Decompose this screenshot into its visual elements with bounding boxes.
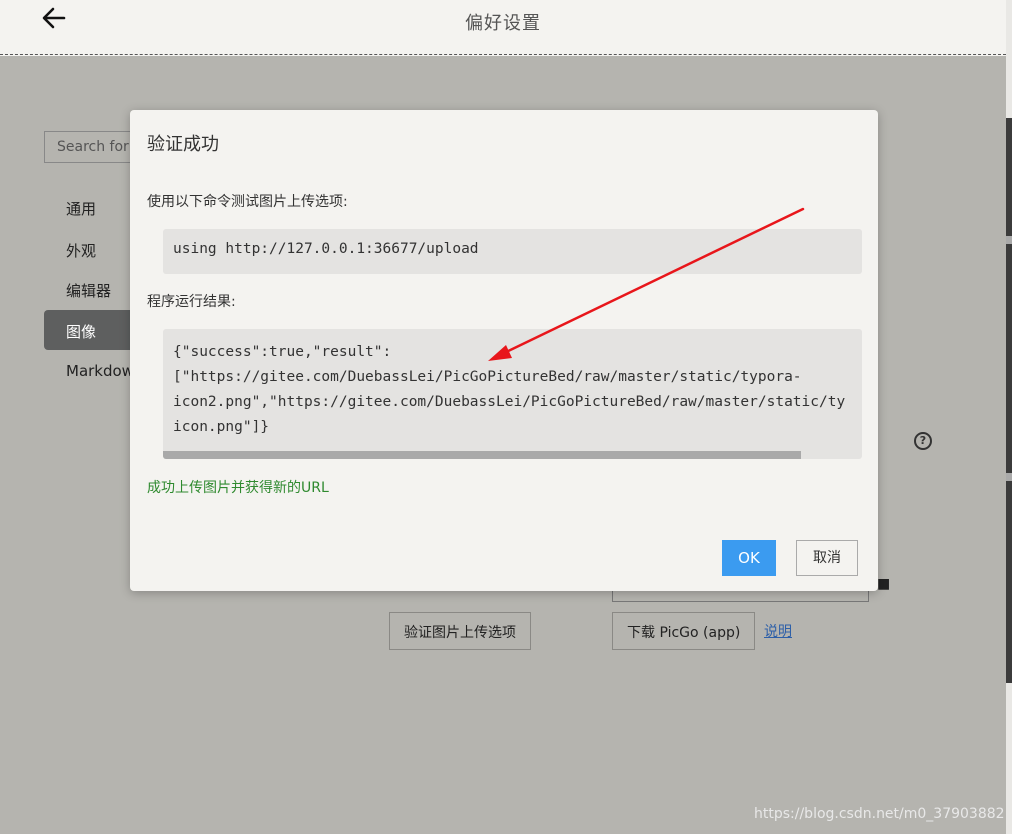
cancel-button[interactable]: 取消 bbox=[796, 540, 858, 576]
dialog-title: 验证成功 bbox=[147, 134, 219, 155]
success-message: 成功上传图片并获得新的URL bbox=[147, 480, 329, 496]
folder-icon[interactable]: ■ bbox=[877, 576, 890, 592]
result-line: icon.png"]} bbox=[173, 419, 270, 435]
sidebar-item-editor[interactable]: 编辑器 bbox=[44, 269, 144, 309]
sidebar-item-markdown[interactable]: Markdown bbox=[44, 351, 144, 391]
background-window-scrollbar bbox=[1006, 118, 1012, 683]
sidebar-item-general[interactable]: 通用 bbox=[44, 187, 144, 227]
search-input[interactable]: Search for bbox=[44, 131, 144, 163]
sidebar-item-image[interactable]: 图像 bbox=[44, 310, 144, 350]
download-picgo-button[interactable]: 下载 PicGo (app) bbox=[612, 612, 756, 650]
watermark: https://blog.csdn.net/m0_37903882 bbox=[754, 806, 1005, 822]
validation-dialog: 验证成功 使用以下命令测试图片上传选项: using http://127.0.… bbox=[130, 110, 878, 591]
help-icon[interactable]: ? bbox=[914, 432, 932, 450]
sidebar-item-appearance[interactable]: 外观 bbox=[44, 229, 144, 269]
validate-upload-button[interactable]: 验证图片上传选项 bbox=[389, 612, 531, 650]
ok-button[interactable]: OK bbox=[722, 540, 776, 576]
result-label: 程序运行结果: bbox=[147, 294, 236, 310]
result-box: {"success":true,"result": ["https://gite… bbox=[163, 329, 862, 459]
horizontal-scrollbar[interactable] bbox=[163, 451, 801, 459]
window-title: 偏好设置 bbox=[465, 13, 541, 34]
command-box: using http://127.0.0.1:36677/upload bbox=[163, 229, 862, 274]
result-line: ["https://gitee.com/DuebassLei/PicGoPict… bbox=[173, 369, 802, 385]
title-bar: 偏好设置 bbox=[0, 0, 1006, 55]
result-line: icon2.png","https://gitee.com/DuebassLei… bbox=[173, 394, 846, 410]
command-label: 使用以下命令测试图片上传选项: bbox=[147, 194, 348, 210]
result-line: {"success":true,"result": bbox=[173, 344, 392, 360]
help-link[interactable]: 说明 bbox=[764, 621, 792, 641]
command-text: using http://127.0.0.1:36677/upload bbox=[173, 241, 479, 257]
